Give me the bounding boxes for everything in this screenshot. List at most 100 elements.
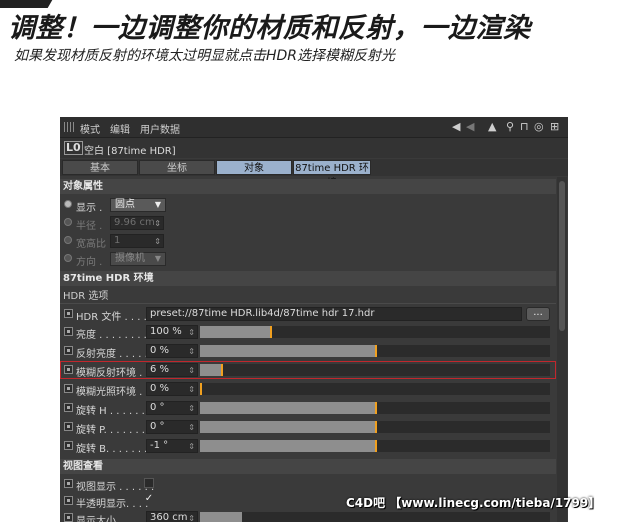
blur-reflection-env-label: 模糊反射环境 . . [76,368,149,379]
animate-icon[interactable] [64,441,73,450]
tab-coordinates[interactable]: 坐标 [139,160,215,175]
animate-icon[interactable] [64,365,73,374]
keyframe-dot-icon[interactable] [64,200,72,208]
slider-knob[interactable] [375,440,377,452]
attribute-manager-panel: 模式 编辑 用户数据 ◀ ◀ ▲ ⚲ ⊓ ◎ ⊞ L0 空白 [87time H… [60,117,568,522]
reflection-brightness-field[interactable]: 0 % ⇕ [146,344,198,358]
aspect-label: 宽高比 [76,239,106,250]
rotate-p-field[interactable]: 0 ° ⇕ [146,420,198,434]
animate-icon[interactable] [64,422,73,431]
slider-fill [200,512,242,522]
rotate-b-field[interactable]: -1 ° ⇕ [146,439,198,453]
search-icon[interactable]: ⚲ [506,120,514,133]
up-arrow-icon[interactable]: ▲ [488,120,496,133]
subsection-hdr-options[interactable]: HDR 选项 [60,289,556,304]
animate-icon[interactable] [64,327,73,336]
rotate-h-slider[interactable] [200,402,550,414]
keyframe-dot-icon[interactable] [64,254,72,262]
menu-edit[interactable]: 编辑 [110,121,130,136]
row-radius: 半径 . 9.96 cm ⇕ [60,214,556,232]
blur-light-env-field[interactable]: 0 % ⇕ [146,382,198,396]
spinner-icon[interactable]: ⇕ [188,441,195,452]
blur-reflection-env-field[interactable]: 6 % ⇕ [146,363,198,377]
radius-field[interactable]: 9.96 cm ⇕ [110,216,164,230]
brightness-slider[interactable] [200,326,550,338]
row-reflection-brightness: 反射亮度 . . . . . .0 % ⇕ [60,342,556,360]
slider-knob[interactable] [270,326,272,338]
banner: 调整！一边调整你的材质和反射，一边渲染 如果发现材质反射的环境太过明显就点击HD… [0,0,632,70]
slider-fill [200,440,375,452]
menu-userdata[interactable]: 用户数据 [140,121,180,136]
tab-basic[interactable]: 基本 [62,160,138,175]
spinner-icon[interactable]: ⇕ [188,365,195,376]
slider-knob[interactable] [375,402,377,414]
aspect-field[interactable]: 1 ⇕ [110,234,164,248]
slider-fill [200,345,375,357]
view-display-checkbox[interactable] [144,478,154,488]
section-hdr-environment[interactable]: 87time HDR 环境 [60,271,556,286]
scrollbar-thumb[interactable] [559,181,565,331]
animate-icon[interactable] [64,479,73,488]
animate-icon[interactable] [64,346,73,355]
hdr-file-field[interactable]: preset://87time HDR.lib4d/87time hdr 17.… [146,307,522,321]
rotate-h-field[interactable]: 0 ° ⇕ [146,401,198,415]
slider-knob[interactable] [375,421,377,433]
spinner-icon[interactable]: ⇕ [154,236,161,247]
display-size-field[interactable]: 360 cm ⇕ [146,511,198,522]
animate-icon[interactable] [64,403,73,412]
spinner-icon[interactable]: ⇕ [188,403,195,414]
forward-arrow-icon[interactable]: ◀ [466,120,474,133]
slider-fill [200,326,270,338]
row-orientation: 方向 . 摄像机 ▼ [60,250,556,268]
spinner-icon[interactable]: ⇕ [188,513,195,522]
slider-fill [200,421,375,433]
menubar: 模式 编辑 用户数据 ◀ ◀ ▲ ⚲ ⊓ ◎ ⊞ [60,117,568,138]
rotate-b-slider[interactable] [200,440,550,452]
browse-button[interactable]: ... [526,307,550,321]
blur-reflection-env-slider[interactable] [200,364,550,376]
brightness-label: 亮度 . . . . . . . . . [76,330,154,341]
orientation-dropdown[interactable]: 摄像机 ▼ [110,252,166,266]
keyframe-dot-icon[interactable] [64,236,72,244]
slider-knob[interactable] [200,383,202,395]
scrollbar[interactable] [557,177,567,522]
keyframe-dot-icon[interactable] [64,218,72,226]
orientation-label: 方向 . [76,257,103,268]
lock-icon[interactable]: ⊓ [520,120,529,133]
reflection-brightness-label: 反射亮度 . . . . . . [76,349,155,360]
rotate-h-label: 旋转 H . . . . . . . [76,406,152,417]
animate-icon[interactable] [64,513,73,522]
target-icon[interactable]: ◎ [534,120,544,133]
blur-light-env-slider[interactable] [200,383,550,395]
spinner-icon[interactable]: ⇕ [188,346,195,357]
animate-icon[interactable] [64,384,73,393]
spinner-icon[interactable]: ⇕ [188,422,195,433]
display-dropdown[interactable]: 圆点 ▼ [110,198,166,212]
row-blur-reflection-env: 模糊反射环境 . .6 % ⇕ [60,361,556,379]
semi-transparent-checkbox[interactable]: ✓ [144,494,154,505]
reflection-brightness-slider[interactable] [200,345,550,357]
section-viewport[interactable]: 视图查看 [60,459,556,474]
subline: 如果发现材质反射的环境太过明显就点击HDR选择模糊反射光 [14,48,396,64]
rotate-p-slider[interactable] [200,421,550,433]
grip-icon[interactable] [64,122,74,132]
brightness-field[interactable]: 100 % ⇕ [146,325,198,339]
chevron-down-icon: ▼ [154,200,161,209]
object-header: L0 空白 [87time HDR] [60,138,568,158]
tab-object[interactable]: 对象 [216,160,292,175]
spinner-icon[interactable]: ⇕ [188,327,195,338]
back-arrow-icon[interactable]: ◀ [452,120,460,133]
tab-hdr-environment[interactable]: 87time HDR 环境 [293,160,371,189]
row-rotate-b: 旋转 B. . . . . . . . -1 ° ⇕ [60,437,556,455]
animate-icon[interactable] [64,496,73,505]
animate-icon[interactable] [64,309,73,318]
new-panel-icon[interactable]: ⊞ [550,120,559,133]
spinner-icon[interactable]: ⇕ [154,218,161,229]
display-size-slider[interactable] [200,512,550,522]
display-label: 显示 . [76,203,103,214]
slider-knob[interactable] [375,345,377,357]
slider-knob[interactable] [221,364,223,376]
menu-mode[interactable]: 模式 [80,121,100,136]
spinner-icon[interactable]: ⇕ [188,384,195,395]
section-object-properties[interactable]: 对象属性 [60,179,556,194]
